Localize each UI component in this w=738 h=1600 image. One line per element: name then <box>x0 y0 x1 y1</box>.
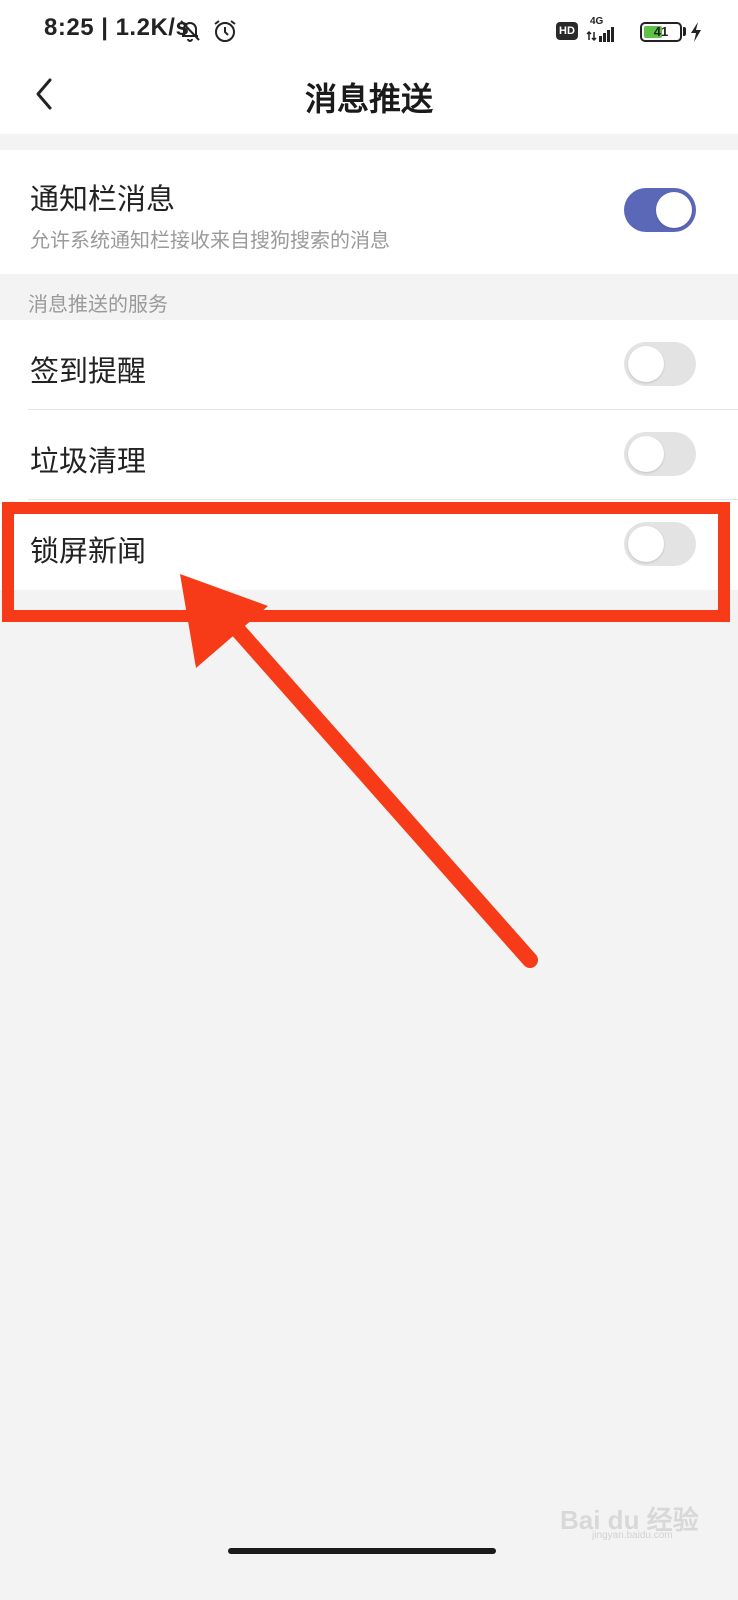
watermark-url: jingyan.baidu.com <box>592 1530 673 1541</box>
annotation-arrow-icon <box>180 574 538 968</box>
home-indicator[interactable] <box>228 1548 496 1554</box>
